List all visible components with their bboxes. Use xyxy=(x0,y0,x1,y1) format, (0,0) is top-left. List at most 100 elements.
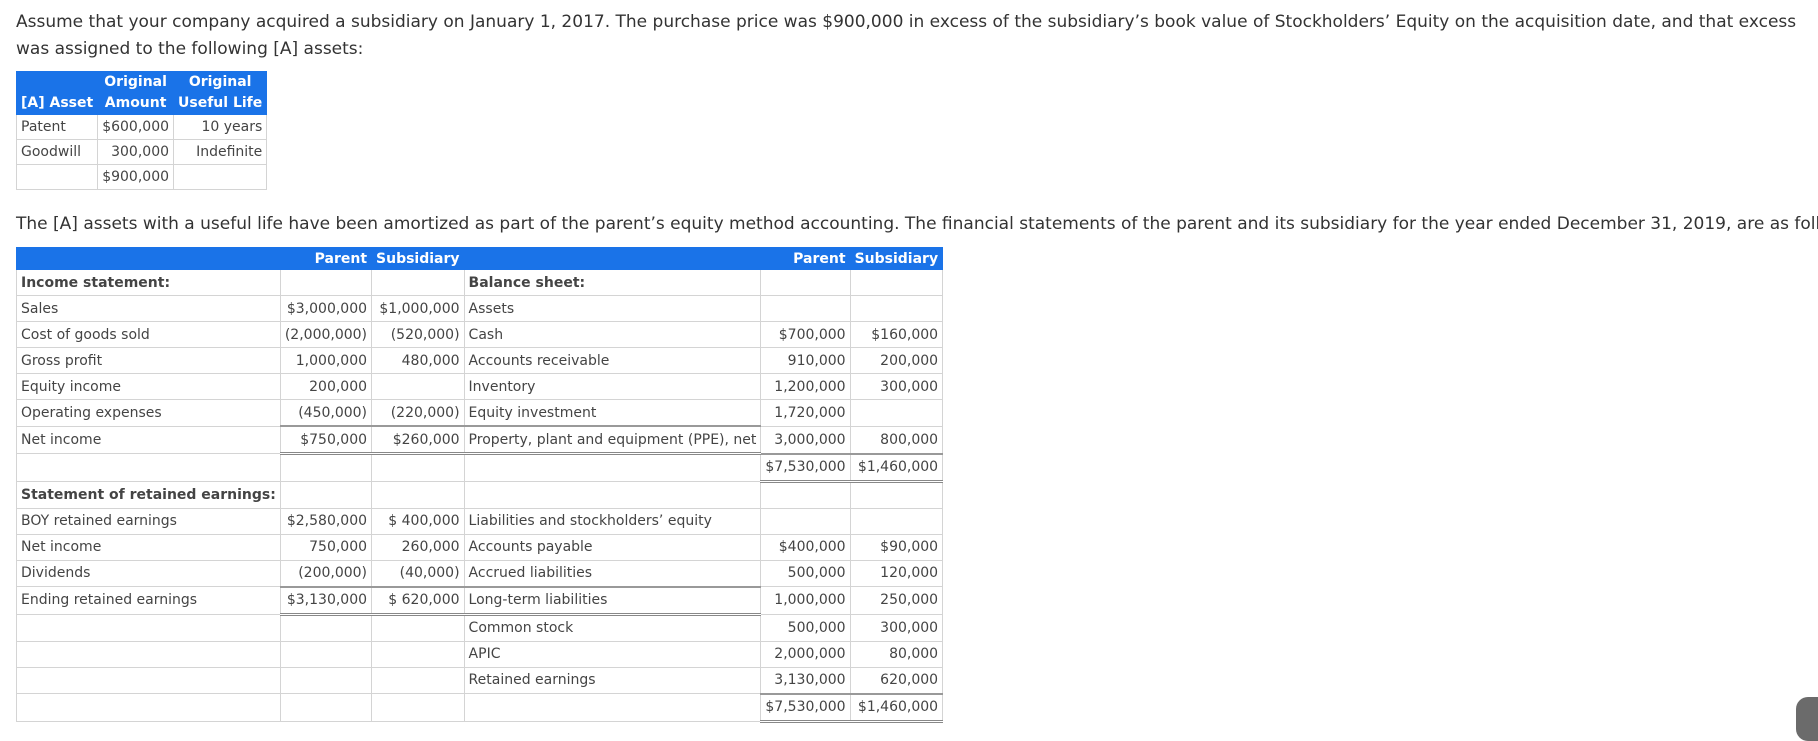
parent-amount: 1,000,000 xyxy=(279,347,373,374)
row-label: Sales xyxy=(16,295,281,322)
subsidiary-amount xyxy=(371,693,465,722)
subsidiary-amount xyxy=(371,373,465,400)
parent-amount xyxy=(279,666,373,694)
parent-amount: $750,000 xyxy=(279,425,373,455)
fin-table-body: Income statement: Balance sheet: Sales $3,0… xyxy=(16,269,944,723)
balance-label xyxy=(463,693,762,722)
balance-label: Property, plant and equipment (PPE), net xyxy=(463,425,762,455)
balance-parent-amount: 1,720,000 xyxy=(760,399,851,427)
fin-table-header: Parent Subsidiary Parent Subsidiary xyxy=(16,247,944,270)
balance-subsidiary-amount: 300,000 xyxy=(849,613,944,642)
parent-amount: (200,000) xyxy=(279,559,373,588)
header-asset-label: [A] Asset xyxy=(21,95,94,111)
asset-table-header: [A] Asset Original Amount Original Usefu… xyxy=(15,71,268,115)
parent-amount: (2,000,000) xyxy=(279,321,373,348)
balance-subsidiary-amount: 620,000 xyxy=(849,666,944,695)
asset-total-label xyxy=(15,164,99,190)
subsidiary-amount: $ 400,000 xyxy=(371,507,465,535)
balance-label: Accounts receivable xyxy=(463,347,762,374)
balance-parent-amount: 500,000 xyxy=(760,613,851,642)
header-amount-line2: Amount xyxy=(104,95,167,111)
parent-amount xyxy=(279,640,373,668)
row-label xyxy=(16,453,281,482)
table-row: Goodwill 300,000 Indefinite xyxy=(15,139,268,165)
row-label: Dividends xyxy=(16,559,281,587)
balance-label: Long-term liabilities xyxy=(463,586,762,616)
table-row: APIC 2,000,000 80,000 xyxy=(16,640,944,668)
subsidiary-amount xyxy=(371,666,465,694)
asset-name: Patent xyxy=(15,114,99,140)
balance-subsidiary-amount: 120,000 xyxy=(849,559,944,587)
subsidiary-amount xyxy=(371,640,465,668)
balance-subsidiary-amount: 800,000 xyxy=(849,425,944,455)
table-row: Common stock 500,000 300,000 xyxy=(16,613,944,642)
subsidiary-amount: (40,000) xyxy=(371,559,465,588)
row-label: Cost of goods sold xyxy=(16,321,281,348)
balance-parent-amount: 3,000,000 xyxy=(760,425,851,455)
subsidiary-amount xyxy=(371,480,465,509)
table-row: Ending retained earnings $3,130,000 $ 620,… xyxy=(16,586,944,616)
balance-label: Balance sheet: xyxy=(463,269,762,296)
table-row: Operating expenses (450,000) (220,000) Equi… xyxy=(16,399,944,427)
balance-parent-amount: 2,000,000 xyxy=(760,640,851,668)
balance-label: Inventory xyxy=(463,373,762,400)
balance-parent-amount xyxy=(760,269,851,296)
balance-parent-amount: 500,000 xyxy=(760,559,851,587)
parent-amount: $3,000,000 xyxy=(279,295,373,322)
balance-parent-amount: 910,000 xyxy=(760,347,851,374)
financial-statements-table: Parent Subsidiary Parent Subsidiary Inco… xyxy=(16,247,944,723)
table-row: Sales $3,000,000 $1,000,000 Assets xyxy=(16,295,944,322)
table-row: Equity income 200,000 Inventory 1,200,000 30… xyxy=(16,373,944,400)
row-label xyxy=(16,613,281,642)
balance-parent-amount xyxy=(760,480,851,509)
balance-parent-amount xyxy=(760,507,851,535)
table-row: Patent $600,000 10 years xyxy=(15,114,268,140)
balance-parent-amount: 1,000,000 xyxy=(760,586,851,615)
balance-parent-amount: 3,130,000 xyxy=(760,666,851,695)
balance-subsidiary-amount xyxy=(849,399,944,427)
balance-subsidiary-amount: 200,000 xyxy=(849,347,944,374)
header-parent: Parent xyxy=(279,247,373,270)
balance-label xyxy=(463,480,762,509)
parent-amount xyxy=(279,480,373,509)
balance-subsidiary-amount xyxy=(849,295,944,322)
header-life-line1: Original xyxy=(188,74,252,90)
balance-subsidiary-amount xyxy=(849,480,944,509)
subsidiary-amount: 480,000 xyxy=(371,347,465,374)
balance-label: Cash xyxy=(463,321,762,348)
scroll-to-top-button[interactable] xyxy=(1796,697,1818,741)
balance-subsidiary-amount: 300,000 xyxy=(849,373,944,400)
row-label xyxy=(16,666,281,694)
balance-subsidiary-amount xyxy=(849,269,944,296)
asset-amount: $600,000 xyxy=(97,114,175,140)
parent-amount: $2,580,000 xyxy=(279,507,373,535)
balance-parent-amount: $700,000 xyxy=(760,321,851,348)
table-row: Net income 750,000 260,000 Accounts payable… xyxy=(16,533,944,561)
table-row: BOY retained earnings $2,580,000 $ 400,000… xyxy=(16,507,944,535)
row-label: Net income xyxy=(16,533,281,561)
row-label: Equity income xyxy=(16,373,281,400)
balance-parent-amount: $7,530,000 xyxy=(760,453,851,483)
header-subsidiary: Subsidiary xyxy=(371,247,465,270)
row-label: Income statement: xyxy=(16,269,281,296)
header-life: Original Useful Life xyxy=(173,71,268,115)
statements-paragraph: The [A] assets with a useful life have b… xyxy=(16,214,1818,234)
header-amount: Original Amount xyxy=(97,71,175,115)
subsidiary-amount: (520,000) xyxy=(371,321,465,348)
subsidiary-amount xyxy=(371,269,465,296)
header-asset: [A] Asset xyxy=(15,71,99,115)
subsidiary-amount: $1,000,000 xyxy=(371,295,465,322)
balance-parent-amount: $7,530,000 xyxy=(760,693,851,723)
parent-amount xyxy=(279,693,373,722)
table-row: Retained earnings 3,130,000 620,000 xyxy=(16,666,944,695)
balance-label: Retained earnings xyxy=(463,666,762,694)
parent-amount xyxy=(279,269,373,296)
asset-life: 10 years xyxy=(173,114,268,140)
header-life-line2: Useful Life xyxy=(178,95,263,111)
asset-life: Indefinite xyxy=(173,139,268,165)
parent-amount: 200,000 xyxy=(279,373,373,400)
balance-parent-amount: $400,000 xyxy=(760,533,851,561)
balance-subsidiary-amount: $1,460,000 xyxy=(849,693,944,723)
table-row: $7,530,000 $1,460,000 xyxy=(16,693,944,723)
asset-total: $900,000 xyxy=(97,164,175,190)
